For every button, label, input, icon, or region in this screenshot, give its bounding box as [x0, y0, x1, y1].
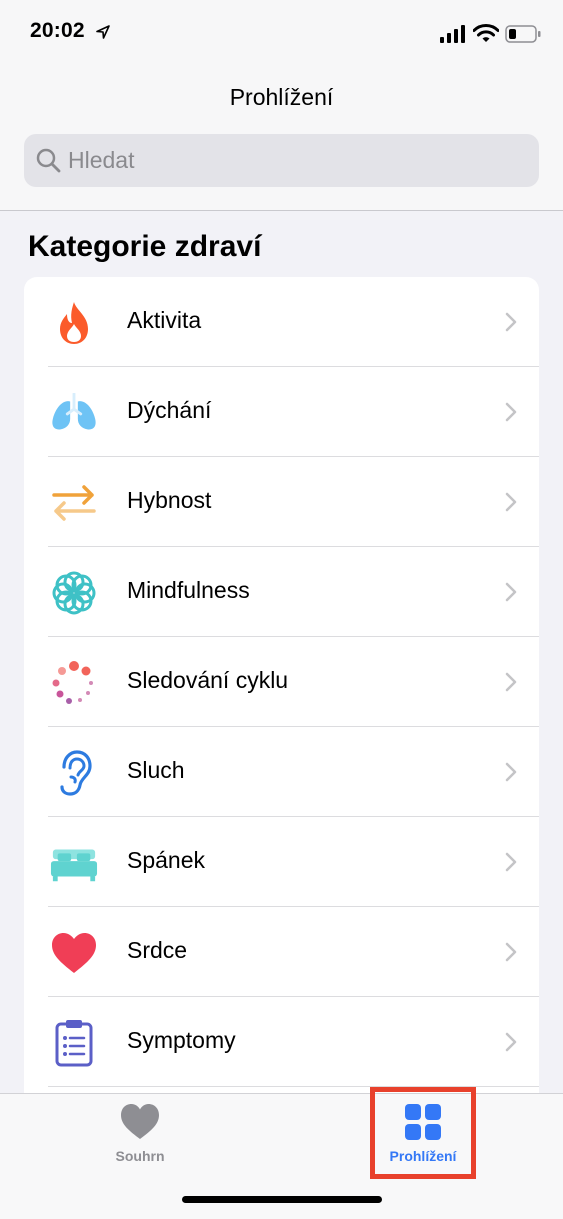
- category-list: Aktivita Dýchání Hybnost Mindfulness Sle…: [24, 277, 539, 1137]
- category-label: Spánek: [127, 847, 206, 873]
- ear-icon: [50, 749, 98, 797]
- chevron-right-icon: [505, 312, 517, 332]
- category-item-symptomy[interactable]: Symptomy: [24, 997, 539, 1087]
- chevron-right-icon: [505, 942, 517, 962]
- home-indicator: [182, 1196, 382, 1203]
- highlight-box: [370, 1087, 476, 1179]
- chevron-right-icon: [505, 582, 517, 602]
- search-input[interactable]: [68, 134, 518, 187]
- cycle-dots-icon: [50, 659, 98, 707]
- search-icon: [36, 148, 61, 173]
- arrows-icon: [50, 479, 98, 527]
- category-label: Srdce: [127, 937, 188, 963]
- category-label: Dýchání: [127, 397, 212, 423]
- category-item-srdce[interactable]: Srdce: [24, 907, 539, 997]
- category-label: Symptomy: [127, 1027, 236, 1053]
- chevron-right-icon: [505, 672, 517, 692]
- category-item-hybnost[interactable]: Hybnost: [24, 457, 539, 547]
- heart-icon: [50, 929, 98, 977]
- category-label: Sledování cyklu: [127, 667, 289, 693]
- category-item-mindfulness[interactable]: Mindfulness: [24, 547, 539, 637]
- category-label: Aktivita: [127, 307, 202, 333]
- chevron-right-icon: [505, 1032, 517, 1052]
- search-bar[interactable]: [24, 134, 539, 187]
- clipboard-icon: [50, 1019, 98, 1067]
- category-item-spanek[interactable]: Spánek: [24, 817, 539, 907]
- category-label: Hybnost: [127, 487, 212, 513]
- section-title: Kategorie zdraví: [28, 230, 262, 263]
- wifi-icon: [473, 24, 499, 42]
- chevron-right-icon: [505, 492, 517, 512]
- category-item-dychani[interactable]: Dýchání: [24, 367, 539, 457]
- lungs-icon: [50, 389, 98, 437]
- status-bar: 20:02: [0, 0, 563, 66]
- tab-label: Souhrn: [115, 1148, 165, 1164]
- category-item-sledovani-cyklu[interactable]: Sledování cyklu: [24, 637, 539, 727]
- chevron-right-icon: [505, 402, 517, 422]
- tab-souhrn[interactable]: Souhrn: [80, 1102, 200, 1182]
- heart-icon: [121, 1104, 159, 1139]
- status-time: 20:02: [30, 19, 85, 42]
- navigation-header: Prohlížení: [0, 66, 563, 211]
- location-arrow-icon: [96, 25, 110, 39]
- signal-icon: [440, 25, 465, 43]
- category-item-aktivita[interactable]: Aktivita: [24, 277, 539, 367]
- page-title: Prohlížení: [229, 84, 334, 110]
- flower-icon: [50, 569, 98, 617]
- battery-icon: [505, 25, 541, 43]
- chevron-right-icon: [505, 762, 517, 782]
- bed-icon: [50, 839, 98, 887]
- category-item-sluch[interactable]: Sluch: [24, 727, 539, 817]
- chevron-right-icon: [505, 852, 517, 872]
- category-label: Mindfulness: [127, 577, 250, 603]
- category-label: Sluch: [127, 757, 185, 783]
- flame-icon: [50, 299, 98, 347]
